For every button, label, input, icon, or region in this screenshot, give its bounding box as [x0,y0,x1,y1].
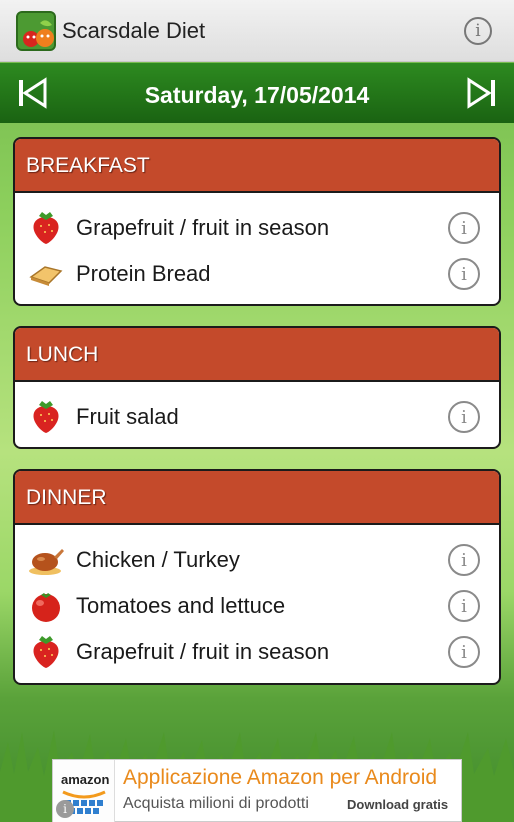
ad-title: Applicazione Amazon per Android [123,766,438,789]
meal-item[interactable]: Grapefruit / fruit in season i [15,629,499,675]
strawberry-icon [33,401,59,433]
meal-title: BREAKFAST [15,139,499,193]
meal-card-breakfast: BREAKFAST Grapefruit / fruit in season i… [13,137,501,306]
info-icon[interactable]: i [448,401,480,433]
meal-item-label: Fruit salad [76,404,179,429]
info-icon[interactable]: i [448,590,480,622]
meal-card-lunch: LUNCH Fruit salad i [13,326,501,449]
meal-item[interactable]: Protein Bread i [15,251,499,297]
info-icon[interactable]: i [448,258,480,290]
meal-item[interactable]: Fruit salad i [15,394,499,440]
meal-item[interactable]: Chicken / Turkey i [15,537,499,583]
strawberry-icon [33,212,59,244]
meal-title: LUNCH [15,328,499,382]
meal-title: DINNER [15,471,499,525]
info-icon[interactable]: i [464,17,492,45]
meal-item-label: Protein Bread [76,261,211,286]
app-title: Scarsdale Diet [62,18,206,43]
info-icon[interactable]: i [448,212,480,244]
current-date: Saturday, 17/05/2014 [144,82,370,108]
meal-item-label: Chicken / Turkey [76,547,240,572]
ad-info-icon[interactable]: i [56,800,74,818]
ad-download-button[interactable]: Download gratis [347,797,448,812]
info-icon[interactable]: i [448,544,480,576]
tomato-icon [32,593,60,622]
app-icon [16,11,56,51]
meal-item[interactable]: Tomatoes and lettuce i [15,583,499,629]
strawberry-icon [33,636,59,668]
meal-card-dinner: DINNER Chicken / Turkey i Tomatoes and l… [13,469,501,685]
meal-item-label: Tomatoes and lettuce [76,593,286,618]
info-icon[interactable]: i [448,636,480,668]
roast-chicken-icon [29,549,64,575]
meal-item[interactable]: Grapefruit / fruit in season i [15,205,499,251]
bread-icon [29,266,63,286]
title-bar: Scarsdale Diet i [0,0,514,62]
ad-subtitle: Acquista milioni di prodotti [123,795,309,812]
meal-item-label: Grapefruit / fruit in season [76,639,330,664]
ad-banner[interactable]: amazon Applicazione Amazon per Android A… [52,759,462,822]
meal-item-label: Grapefruit / fruit in season [76,215,330,240]
skip-next-icon[interactable] [466,77,498,109]
date-navigation-bar: Saturday, 17/05/2014 [0,63,514,123]
